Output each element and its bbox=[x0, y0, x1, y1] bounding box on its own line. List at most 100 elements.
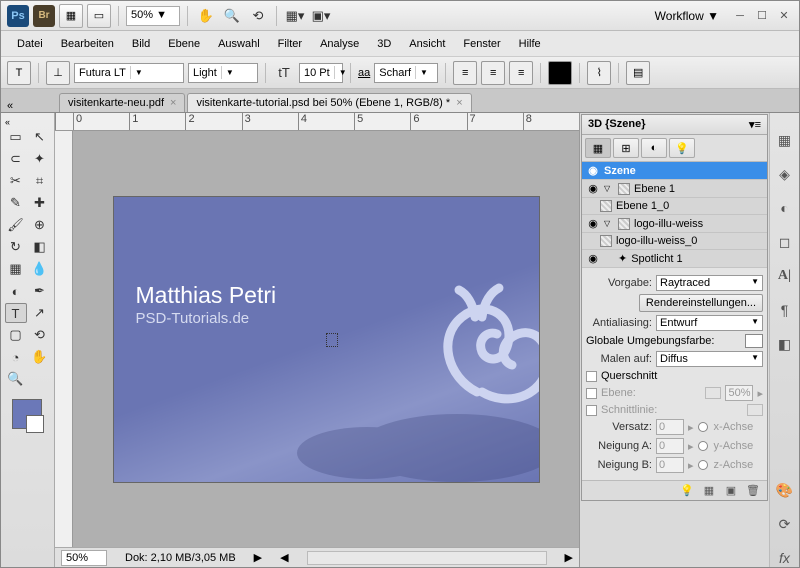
dock-swatches-icon[interactable]: ▦ bbox=[775, 131, 795, 149]
toggle-ground-icon[interactable]: ▦ bbox=[701, 484, 717, 497]
zoom-tool-icon[interactable]: 🔍 bbox=[5, 369, 27, 389]
window-maximize-icon[interactable]: ☐ bbox=[755, 9, 769, 23]
lasso-tool-icon[interactable]: ⊂ bbox=[5, 149, 27, 169]
3d-material-filter-icon[interactable]: ◐ bbox=[641, 138, 667, 158]
font-weight-dropdown[interactable]: Light▼ bbox=[188, 63, 258, 83]
window-close-icon[interactable]: ✕ bbox=[777, 9, 791, 23]
horizontal-scrollbar[interactable] bbox=[307, 551, 547, 565]
visibility-icon[interactable]: ◉ bbox=[586, 252, 600, 265]
hand-icon[interactable]: ✋ bbox=[195, 6, 217, 26]
delete-icon[interactable]: 🗑 bbox=[745, 484, 761, 497]
pen-tool-icon[interactable]: ✒ bbox=[29, 281, 51, 301]
menu-3d[interactable]: 3D bbox=[369, 35, 399, 52]
menu-datei[interactable]: Datei bbox=[9, 35, 51, 52]
menu-auswahl[interactable]: Auswahl bbox=[210, 35, 268, 52]
path-select-icon[interactable]: ↗ bbox=[29, 303, 51, 323]
healing-tool-icon[interactable]: ✚ bbox=[29, 193, 51, 213]
slice-tool-icon[interactable]: ⌗ bbox=[29, 171, 51, 191]
close-tab-icon[interactable]: × bbox=[456, 97, 462, 109]
3d-panel-title[interactable]: 3D {Szene} bbox=[588, 118, 645, 131]
arrange-docs-icon[interactable]: ▦▾ bbox=[284, 6, 306, 26]
3d-light-filter-icon[interactable]: 💡 bbox=[669, 138, 695, 158]
character-panel-icon[interactable]: ▤ bbox=[626, 61, 650, 85]
eyedropper-tool-icon[interactable]: ✎ bbox=[5, 193, 27, 213]
doc-tab-2[interactable]: visitenkarte-tutorial.psd bei 50% (Ebene… bbox=[187, 93, 471, 112]
menu-hilfe[interactable]: Hilfe bbox=[511, 35, 549, 52]
dodge-tool-icon[interactable]: ◐ bbox=[5, 281, 27, 301]
view-extras-icon[interactable]: ▭ bbox=[87, 4, 111, 28]
ambient-color-swatch[interactable] bbox=[745, 334, 763, 348]
disclosure-icon[interactable]: ▽ bbox=[604, 219, 614, 228]
toolbox-collapse-icon[interactable]: « bbox=[5, 117, 10, 127]
scene-row-ebene1-0[interactable]: Ebene 1_0 bbox=[582, 198, 767, 215]
status-zoom-field[interactable]: 50% bbox=[61, 550, 107, 566]
3d-scene-filter-icon[interactable]: ▦ bbox=[585, 138, 611, 158]
zoom-level-field[interactable]: 50% ▼ bbox=[126, 6, 180, 26]
antialias-dropdown[interactable]: Scharf▼ bbox=[374, 63, 438, 83]
panel-menu-icon[interactable]: ▾≡ bbox=[749, 118, 761, 131]
move-tool-icon[interactable]: ↖ bbox=[29, 127, 51, 147]
doc-tab-1[interactable]: visitenkarte-neu.pdf× bbox=[59, 93, 185, 112]
tool-preset-icon[interactable]: T bbox=[7, 61, 31, 85]
dock-layers-icon[interactable]: ◈ bbox=[775, 165, 795, 183]
antialias-3d-dropdown[interactable]: Entwurf▼ bbox=[656, 315, 763, 331]
visibility-icon[interactable]: ◉ bbox=[586, 164, 600, 177]
close-tab-icon[interactable]: × bbox=[170, 97, 176, 109]
scene-root-row[interactable]: ◉ Szene bbox=[582, 162, 767, 180]
scene-row-logo-0[interactable]: logo-illu-weiss_0 bbox=[582, 233, 767, 250]
dock-character-icon[interactable]: A| bbox=[775, 267, 795, 285]
scroll-right-icon[interactable]: ▶ bbox=[565, 551, 573, 564]
marquee-tool-icon[interactable]: ▭ bbox=[5, 127, 27, 147]
hand-tool-icon[interactable]: ✋ bbox=[29, 347, 51, 367]
workspace-switcher[interactable]: Workflow ▼ bbox=[647, 5, 727, 27]
dock-color-icon[interactable]: 🎨 bbox=[775, 481, 795, 499]
3d-mesh-filter-icon[interactable]: ⊞ bbox=[613, 138, 639, 158]
text-orientation-icon[interactable]: ⊥ bbox=[46, 61, 70, 85]
toggle-lights-icon[interactable]: 💡 bbox=[679, 484, 695, 497]
bridge-logo-icon[interactable]: Br bbox=[33, 5, 55, 27]
dock-history-icon[interactable]: ⟳ bbox=[775, 515, 795, 533]
shape-tool-icon[interactable]: ▢ bbox=[5, 325, 27, 345]
blur-tool-icon[interactable]: 💧 bbox=[29, 259, 51, 279]
rotate-view-icon[interactable]: ⟲ bbox=[247, 6, 269, 26]
wand-tool-icon[interactable]: ✦ bbox=[29, 149, 51, 169]
scene-row-logo[interactable]: ◉ ▽ logo-illu-weiss bbox=[582, 215, 767, 233]
malen-auf-dropdown[interactable]: Diffus▼ bbox=[656, 351, 763, 367]
font-size-dropdown[interactable]: 10 Pt▼ bbox=[299, 63, 343, 83]
mini-bridge-icon[interactable]: ▦ bbox=[59, 4, 83, 28]
status-menu-arrow-icon[interactable]: ▶ bbox=[254, 551, 262, 564]
dock-paragraph-icon[interactable]: ¶ bbox=[775, 301, 795, 319]
dock-masks-icon[interactable]: ◻ bbox=[775, 233, 795, 251]
visibility-icon[interactable]: ◉ bbox=[586, 217, 600, 230]
screen-mode-icon[interactable]: ▣▾ bbox=[310, 6, 332, 26]
align-left-icon[interactable]: ≡ bbox=[453, 61, 477, 85]
history-brush-icon[interactable]: ↻ bbox=[5, 237, 27, 257]
3d-rotate-icon[interactable]: ⟲ bbox=[29, 325, 51, 345]
visibility-icon[interactable]: ◉ bbox=[586, 182, 600, 195]
warp-text-icon[interactable]: ⌇ bbox=[587, 61, 611, 85]
disclosure-icon[interactable]: ▽ bbox=[604, 184, 614, 193]
background-color-swatch[interactable] bbox=[26, 415, 44, 433]
align-center-icon[interactable]: ≡ bbox=[481, 61, 505, 85]
dock-adjustments-icon[interactable]: ◐ bbox=[775, 199, 795, 217]
dock-fx-icon[interactable]: fx bbox=[775, 549, 795, 567]
type-tool-icon[interactable]: T bbox=[5, 303, 27, 323]
eraser-tool-icon[interactable]: ◧ bbox=[29, 237, 51, 257]
text-color-swatch[interactable] bbox=[548, 61, 572, 85]
collapse-arrow-icon[interactable]: « bbox=[7, 100, 19, 112]
stamp-tool-icon[interactable]: ⊕ bbox=[29, 215, 51, 235]
menu-fenster[interactable]: Fenster bbox=[455, 35, 508, 52]
scene-row-spotlicht[interactable]: ◉ ✦ Spotlicht 1 bbox=[582, 250, 767, 268]
brush-tool-icon[interactable]: 🖌 bbox=[5, 215, 27, 235]
dock-styles-icon[interactable]: ◧ bbox=[775, 335, 795, 353]
menu-ansicht[interactable]: Ansicht bbox=[401, 35, 453, 52]
document-canvas[interactable]: Matthias Petri PSD-Tutorials.de bbox=[73, 131, 579, 547]
window-minimize-icon[interactable]: ─ bbox=[733, 9, 747, 23]
scene-row-ebene1[interactable]: ◉ ▽ Ebene 1 bbox=[582, 180, 767, 198]
menu-ebene[interactable]: Ebene bbox=[160, 35, 208, 52]
vorgabe-dropdown[interactable]: Raytraced▼ bbox=[656, 275, 763, 291]
menu-analyse[interactable]: Analyse bbox=[312, 35, 367, 52]
scroll-left-icon[interactable]: ◀ bbox=[280, 551, 288, 564]
menu-filter[interactable]: Filter bbox=[270, 35, 310, 52]
menu-bearbeiten[interactable]: Bearbeiten bbox=[53, 35, 122, 52]
